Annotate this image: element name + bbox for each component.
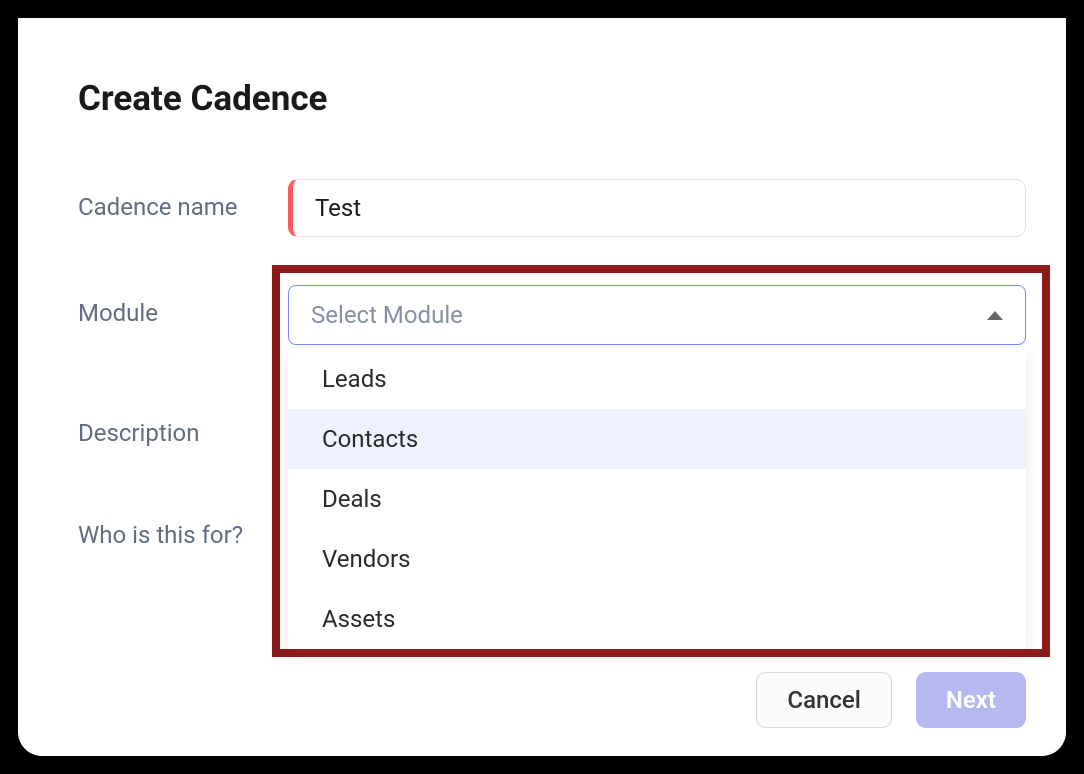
module-option[interactable]: Assets [288,589,1026,649]
module-label: Module [78,285,288,327]
next-button[interactable]: Next [916,672,1026,728]
module-row: Module Select Module LeadsContactsDealsV… [78,285,1026,345]
create-cadence-modal: Create Cadence Cadence name Module Selec… [18,18,1066,756]
cadence-name-input[interactable] [288,179,1026,237]
module-dropdown: LeadsContactsDealsVendorsAssets [288,349,1026,649]
module-option[interactable]: Deals [288,469,1026,529]
module-select-placeholder: Select Module [311,301,463,329]
modal-title: Create Cadence [78,78,1026,119]
chevron-up-icon [987,311,1003,320]
module-select[interactable]: Select Module [288,285,1026,345]
cadence-name-label: Cadence name [78,179,288,221]
description-label: Description [78,405,288,447]
cancel-button[interactable]: Cancel [756,672,891,728]
module-field-wrapper: Select Module LeadsContactsDealsVendorsA… [288,285,1026,345]
modal-footer: Cancel Next [756,672,1026,728]
module-option[interactable]: Leads [288,349,1026,409]
cadence-name-field-wrapper [288,179,1026,237]
module-option[interactable]: Vendors [288,529,1026,589]
cadence-name-row: Cadence name [78,179,1026,237]
module-option[interactable]: Contacts [288,409,1026,469]
